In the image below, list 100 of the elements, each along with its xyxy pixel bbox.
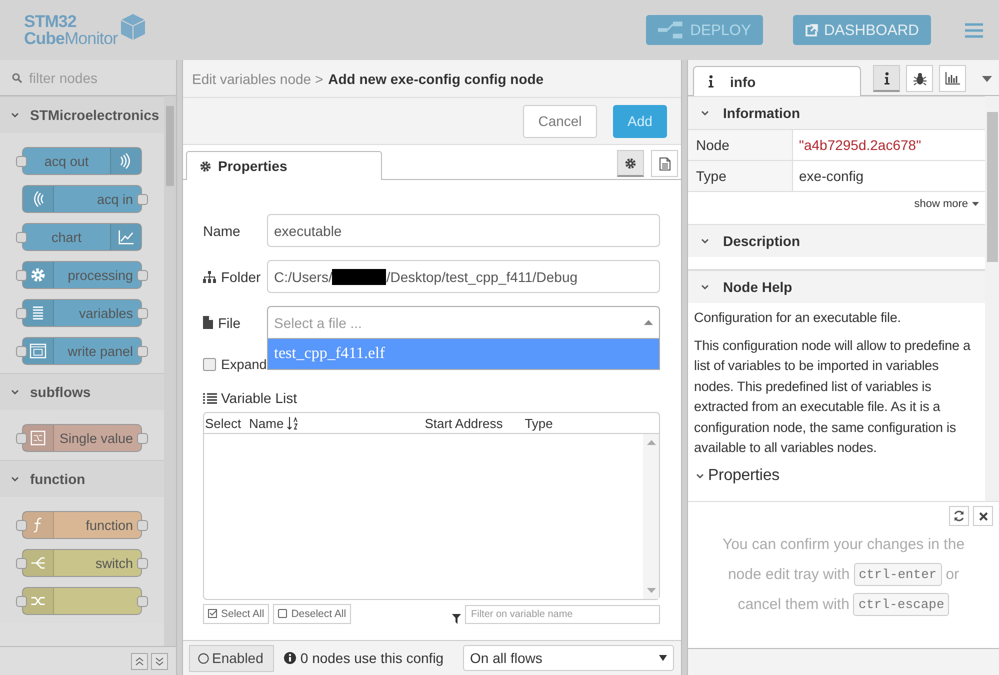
menu-icon[interactable] xyxy=(965,22,983,38)
input-port[interactable] xyxy=(16,558,27,568)
list-icon xyxy=(203,392,217,404)
input-port[interactable] xyxy=(16,596,27,606)
chevron-icon[interactable] xyxy=(700,282,710,292)
collapse-all-button[interactable] xyxy=(131,652,148,670)
output-port[interactable] xyxy=(137,346,148,356)
sort-icon[interactable] xyxy=(286,416,299,430)
output-port[interactable] xyxy=(137,596,148,606)
column-header[interactable]: Start Address xyxy=(424,416,525,430)
info-tab[interactable]: info xyxy=(693,66,861,96)
redaction-block xyxy=(332,268,386,284)
palette-node[interactable]: switch xyxy=(22,549,142,577)
column-header[interactable]: Type xyxy=(524,416,553,430)
breadcrumb-link[interactable]: Edit variables node > xyxy=(192,70,324,86)
checkbox-label: Expand xyxy=(221,356,267,372)
help-subheading: Properties xyxy=(708,466,780,486)
output-port[interactable] xyxy=(137,270,148,280)
palette-node[interactable]: acq in xyxy=(22,185,142,213)
key-hint: ctrl-escape xyxy=(853,592,950,616)
bar-chart-icon xyxy=(945,72,960,85)
input-port[interactable] xyxy=(16,346,27,356)
close-button[interactable] xyxy=(973,506,993,526)
enabled-toggle[interactable]: Enabled xyxy=(189,644,274,672)
section-title: Variable List xyxy=(221,390,298,406)
category-title[interactable]: subflows xyxy=(30,384,91,400)
folder-field[interactable]: C:/Users/ /Desktop/test_cpp_f411/Debug xyxy=(267,260,660,293)
double-chevron-down-icon xyxy=(155,656,164,666)
property-value: "a4b7295d.2ac678" xyxy=(798,136,922,155)
help-paragraph: Configuration for an executable file. xyxy=(694,309,902,327)
chevron-icon[interactable] xyxy=(10,474,20,484)
name-field[interactable]: executable xyxy=(267,214,660,247)
input-port[interactable] xyxy=(16,432,27,444)
expand-all-button[interactable] xyxy=(151,652,168,670)
output-port[interactable] xyxy=(137,558,148,568)
output-port[interactable] xyxy=(137,520,148,530)
select-all-button[interactable]: Select All xyxy=(203,604,270,624)
document-tab-button[interactable] xyxy=(651,150,678,177)
info-tab-button[interactable] xyxy=(873,65,900,92)
section-title[interactable]: Node Help xyxy=(723,279,792,295)
column-header[interactable]: Select xyxy=(205,416,245,430)
cancel-button[interactable]: Cancel xyxy=(523,104,597,138)
input-port[interactable] xyxy=(16,520,27,530)
column-header[interactable]: Name xyxy=(249,416,284,430)
circle-icon xyxy=(198,652,209,664)
field-label: Folder xyxy=(221,268,261,284)
palette-node[interactable]: acq out xyxy=(22,147,142,175)
palette-node[interactable] xyxy=(22,587,142,615)
palette-node[interactable]: chart xyxy=(22,223,142,251)
external-link-icon xyxy=(804,24,818,36)
scope-select[interactable]: On all flows xyxy=(463,645,674,671)
input-port[interactable] xyxy=(16,308,27,318)
field-label: File xyxy=(218,314,241,330)
palette-node[interactable]: processing xyxy=(22,261,142,289)
subflow-icon xyxy=(28,428,48,448)
window-icon xyxy=(28,341,48,361)
input-port[interactable] xyxy=(16,270,27,280)
input-port[interactable] xyxy=(16,156,27,166)
document-icon xyxy=(658,156,670,170)
chevron-icon[interactable] xyxy=(10,387,20,397)
filter-field[interactable]: filter nodes xyxy=(27,68,171,86)
filter-field[interactable]: Filter on variable name xyxy=(465,604,660,624)
scrollbar[interactable] xyxy=(643,434,659,599)
checkbox-icon xyxy=(278,609,288,619)
output-port[interactable] xyxy=(137,432,148,444)
caret-icon xyxy=(972,202,979,206)
tip-text: cancel them with xyxy=(738,596,850,612)
palette-node[interactable]: function xyxy=(22,511,142,539)
deselect-all-button[interactable]: Deselect All xyxy=(273,604,352,624)
chevron-icon[interactable] xyxy=(700,108,710,118)
chevron-icon[interactable] xyxy=(700,236,710,246)
chart-tab-button[interactable] xyxy=(939,65,966,92)
properties-tab[interactable]: Properties xyxy=(186,151,382,180)
dropdown-option[interactable]: test_cpp_f411.elf xyxy=(268,339,659,369)
chevron-icon[interactable] xyxy=(10,110,20,120)
category-title[interactable]: function xyxy=(30,471,86,487)
scroll-up-icon[interactable] xyxy=(646,440,656,445)
palette-node[interactable]: write panel xyxy=(22,337,142,365)
checkbox-icon xyxy=(208,609,218,619)
show-more-link[interactable]: show more xyxy=(914,198,968,210)
input-port[interactable] xyxy=(16,232,27,242)
section-title[interactable]: Description xyxy=(723,233,800,249)
output-port[interactable] xyxy=(137,308,148,318)
palette-node[interactable]: variables xyxy=(22,299,142,327)
output-port[interactable] xyxy=(137,194,148,204)
sitemap-icon xyxy=(203,270,216,282)
scrollbar[interactable] xyxy=(164,96,176,646)
caret-icon xyxy=(644,320,653,325)
bug-tab-button[interactable] xyxy=(906,65,933,92)
refresh-button[interactable] xyxy=(949,506,969,526)
caret-icon[interactable] xyxy=(982,76,992,82)
checkbox[interactable] xyxy=(203,358,216,370)
logo-text: STM32 xyxy=(24,13,78,30)
scroll-down-icon[interactable] xyxy=(646,588,656,593)
key-hint: ctrl-enter xyxy=(854,562,942,586)
scrollbar[interactable] xyxy=(985,96,999,501)
info-icon xyxy=(284,652,296,664)
gear-tab-button[interactable] xyxy=(617,150,644,177)
palette-node[interactable]: Single value xyxy=(22,424,142,452)
section-title[interactable]: Information xyxy=(723,105,800,121)
